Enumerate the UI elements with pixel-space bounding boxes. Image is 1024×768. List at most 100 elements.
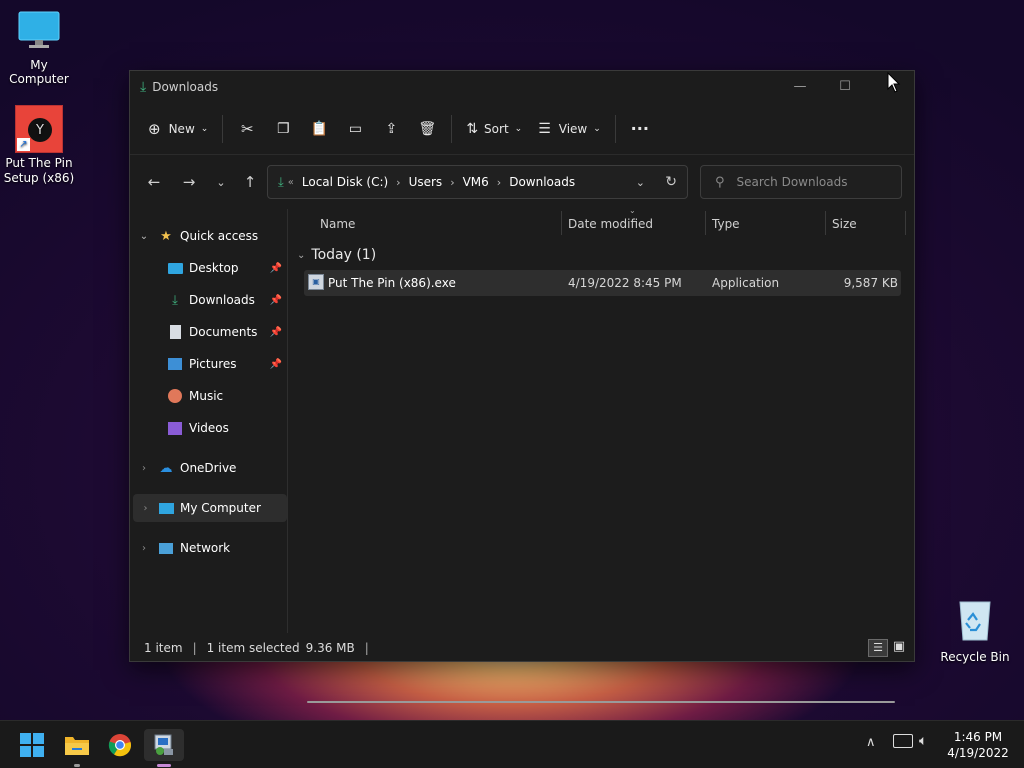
- address-overflow[interactable]: «: [288, 177, 294, 188]
- clock-time: 1:46 PM: [953, 730, 1003, 744]
- chevron-right-icon: ›: [143, 502, 148, 514]
- minimize-button[interactable]: —: [777, 71, 823, 101]
- toolbar-divider: [614, 114, 616, 143]
- new-button[interactable]: ⊕ New ⌄: [140, 113, 216, 145]
- sort-arrows-icon: ⇅: [466, 120, 479, 137]
- column-header-name[interactable]: Name: [320, 209, 355, 239]
- copy-icon: ❐: [277, 120, 290, 137]
- star-icon: ★: [160, 228, 172, 244]
- monitor-icon: [18, 11, 60, 48]
- rename-button[interactable]: ▭: [337, 113, 373, 145]
- pin-icon[interactable]: 📌: [270, 263, 282, 274]
- nav-label: Videos: [189, 421, 229, 435]
- file-name: Put The Pin (x86).exe: [328, 276, 456, 290]
- clock[interactable]: 1:46 PM 4/19/2022: [944, 729, 1012, 761]
- nav-network[interactable]: › Network: [130, 534, 288, 562]
- group-header[interactable]: ⌄ Today (1): [297, 244, 376, 266]
- toolbar-divider: [451, 114, 453, 143]
- pin-icon[interactable]: 📌: [270, 327, 282, 338]
- taskbar: ∧ 🔈︎ 1:46 PM 4/19/2022: [0, 720, 1024, 768]
- desktop-icon-my-computer[interactable]: My Computer: [0, 10, 78, 86]
- column-header-size[interactable]: Size: [832, 209, 857, 239]
- more-label: ···: [630, 119, 649, 138]
- chrome-icon: [108, 734, 132, 757]
- horizontal-scrollbar[interactable]: [307, 701, 895, 703]
- breadcrumb-users[interactable]: Users: [409, 175, 443, 189]
- more-options-button[interactable]: ···: [622, 113, 658, 145]
- download-arrow-icon: ⤓: [172, 292, 178, 308]
- copy-button[interactable]: ❐: [265, 113, 301, 145]
- maximize-button[interactable]: ☐: [822, 71, 868, 101]
- desktop-icon-put-the-pin[interactable]: Y ↗ Put The Pin Setup (x86): [2, 105, 76, 186]
- view-button[interactable]: ☰ View ⌄: [530, 113, 609, 145]
- nav-label: OneDrive: [180, 461, 237, 475]
- search-box[interactable]: ⚲ Search Downloads: [700, 165, 902, 199]
- nav-onedrive[interactable]: › ☁ OneDrive: [130, 454, 288, 482]
- column-divider[interactable]: [905, 211, 906, 235]
- status-bar: 1 item | 1 item selected 9.36 MB | ☰ ▣: [130, 635, 914, 661]
- nav-quick-access[interactable]: ⌄ ★ Quick access: [130, 222, 288, 250]
- file-row[interactable]: ▣ Put The Pin (x86).exe 4/19/2022 8:45 P…: [304, 270, 901, 296]
- rename-icon: ▭: [348, 120, 362, 137]
- delete-button[interactable]: 🗑: [409, 113, 445, 145]
- column-divider[interactable]: [561, 211, 562, 235]
- chrome-taskbar-button[interactable]: [100, 729, 140, 761]
- column-divider[interactable]: [705, 211, 706, 235]
- nav-item-music[interactable]: Music: [130, 382, 288, 410]
- file-date: 4/19/2022 8:45 PM: [568, 276, 682, 290]
- chevron-down-icon: ⌄: [139, 230, 149, 242]
- paste-button[interactable]: 📋: [301, 113, 337, 145]
- search-icon: ⚲: [715, 174, 725, 190]
- installer-taskbar-button[interactable]: [144, 729, 184, 767]
- pictures-icon: [167, 356, 183, 372]
- desktop-icon-recycle-bin[interactable]: Recycle Bin: [940, 598, 1010, 664]
- breadcrumb-downloads[interactable]: Downloads: [509, 175, 575, 189]
- chevron-down-icon: ⌄: [297, 249, 306, 261]
- nav-label: Quick access: [180, 229, 259, 243]
- breadcrumb-local-disk[interactable]: Local Disk (C:): [302, 175, 388, 189]
- details-view-button[interactable]: ☰: [868, 639, 888, 657]
- sort-button[interactable]: ⇅ Sort ⌄: [458, 113, 530, 145]
- share-button[interactable]: ⇪: [373, 113, 409, 145]
- chevron-down-icon: ⌄: [593, 123, 601, 134]
- nav-item-desktop[interactable]: Desktop 📌: [130, 254, 288, 282]
- exe-app-icon: ▣: [308, 274, 324, 290]
- downloads-arrow-icon: ⤓: [278, 174, 284, 190]
- column-header-type[interactable]: Type: [712, 209, 740, 239]
- large-icons-view-button[interactable]: ▣: [889, 639, 909, 657]
- clipboard-icon: 📋: [310, 120, 329, 137]
- recycle-bin-icon: [959, 601, 991, 641]
- trash-icon: 🗑: [418, 120, 437, 137]
- monitor-icon: [158, 500, 174, 516]
- forward-button[interactable]: →: [173, 166, 205, 198]
- up-button[interactable]: ↑: [234, 166, 266, 198]
- nav-item-downloads[interactable]: ⤓ Downloads 📌: [130, 286, 288, 314]
- nav-item-pictures[interactable]: Pictures 📌: [130, 350, 288, 378]
- recent-locations-button[interactable]: ⌄: [205, 166, 237, 198]
- volume-tray-icon[interactable]: 🔈︎: [919, 733, 927, 749]
- view-lines-icon: ☰: [538, 120, 551, 137]
- nav-item-videos[interactable]: Videos: [130, 414, 288, 442]
- pin-icon[interactable]: 📌: [270, 295, 282, 306]
- folder-icon: [65, 737, 89, 755]
- view-label: View: [558, 121, 588, 136]
- nav-my-computer[interactable]: › My Computer: [133, 494, 287, 522]
- column-header-date-modified[interactable]: Date modified: [568, 209, 653, 239]
- cut-button[interactable]: ✂: [229, 113, 265, 145]
- explorer-window: ⤓ Downloads — ☐ ⊕ New ⌄ ✂ ❐ 📋 ▭ ⇪ 🗑 ⇅ So…: [129, 70, 915, 703]
- cloud-icon: ☁: [159, 460, 173, 476]
- refresh-button[interactable]: ↻: [665, 174, 677, 190]
- network-icon: [158, 540, 174, 556]
- start-button[interactable]: [12, 729, 52, 761]
- address-bar[interactable]: ⤓ « Local Disk (C:) › Users › VM6 › Down…: [267, 165, 688, 199]
- network-tray-icon[interactable]: [893, 734, 913, 748]
- back-button[interactable]: ←: [138, 166, 170, 198]
- column-divider[interactable]: [825, 211, 826, 235]
- breadcrumb-vm6[interactable]: VM6: [463, 175, 489, 189]
- nav-item-documents[interactable]: Documents 📌: [130, 318, 288, 346]
- pin-icon[interactable]: 📌: [270, 359, 282, 370]
- search-input[interactable]: Search Downloads: [737, 175, 848, 189]
- address-dropdown-button[interactable]: ⌄: [636, 176, 645, 189]
- show-hidden-icons-button[interactable]: ∧: [866, 735, 876, 750]
- file-explorer-taskbar-button[interactable]: [57, 729, 97, 767]
